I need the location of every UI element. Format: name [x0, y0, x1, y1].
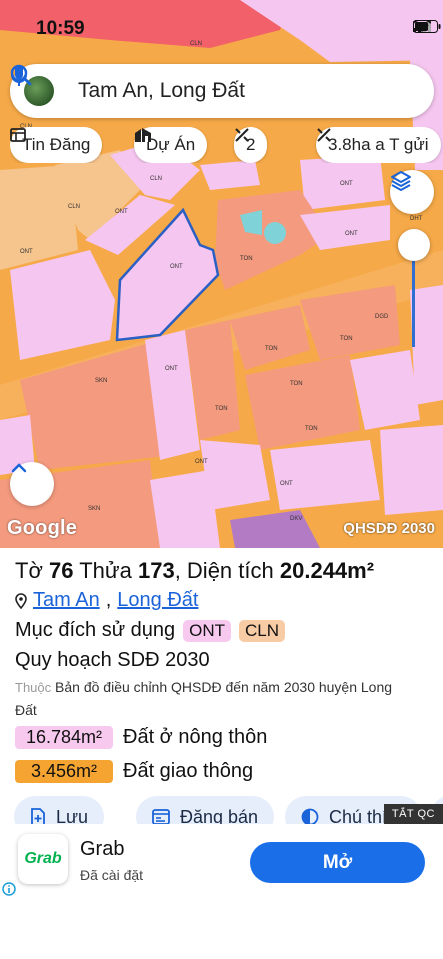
search-icon[interactable] [10, 64, 378, 106]
map-zone [380, 425, 443, 515]
zone-label: CLN [150, 176, 162, 182]
zone-label: DKV [290, 516, 302, 522]
map-view[interactable]: CLN CLN CLN CLN ONT ONT ONT ONT ONT ONT … [0, 0, 443, 548]
hide-ads-button[interactable]: TẮT QC [383, 804, 443, 824]
zone-label: ONT [340, 181, 353, 187]
opacity-slider-handle[interactable] [398, 229, 430, 261]
area-breakdown-row: 16.784m² Đất ở nông thôn [15, 726, 267, 749]
source-prefix: Thuộc [15, 680, 52, 695]
area-type-label: Đất ở nông thôn [123, 726, 268, 748]
battery-icon [413, 20, 441, 33]
post-listing-icon [152, 809, 170, 825]
chip-du-an[interactable]: Dự Án [134, 127, 208, 163]
listing-icon [10, 128, 26, 142]
location-separator: , [105, 589, 112, 611]
zone-label: TON [265, 346, 278, 352]
search-query[interactable]: Tam An, Long Đất [78, 79, 348, 103]
zone-label: DHT [410, 216, 423, 222]
ad-banner[interactable]: Grab Grab Đã cài đặt Mở [0, 824, 443, 919]
google-logo: Google [7, 517, 78, 539]
land-use-tag: ONT [183, 619, 232, 642]
area-type-label: Đất giao thông [123, 760, 254, 782]
zone-label: ONT [280, 481, 293, 487]
ad-info-icon[interactable] [2, 882, 16, 896]
measure-tool-icon [317, 128, 331, 142]
plan-title: Quy hoạch SDĐ 2030 [15, 649, 210, 671]
chip-tin-dang[interactable]: Tin Đăng [10, 127, 103, 163]
chip-label: Tin Đăng [22, 135, 91, 154]
land-use-tag: CLN [239, 619, 286, 642]
area-value-residential: 16.784m² [15, 726, 113, 749]
chip-label: 3.8ha a T gửi [328, 135, 429, 154]
plan-source: Thuộc Bản đồ điều chỉnh QHSDĐ đến năm 20… [15, 676, 415, 721]
land-use-row: Mục đích sử dụng ONT CLN [15, 619, 286, 642]
ad-title: Grab [80, 838, 125, 860]
district-link[interactable]: Long Đất [117, 589, 198, 612]
ad-app-icon[interactable]: Grab [18, 834, 68, 884]
status-bar: 10:59 [0, 0, 443, 58]
zone-label: ONT [165, 366, 178, 372]
sheet-label: Tờ [15, 558, 43, 583]
map-pond [264, 222, 286, 244]
filter-chip-row: Tin Đăng Dự Án 2 3.8ha a T gửi [10, 127, 443, 163]
source-text: Bản đồ điều chỉnh QHSDĐ đến năm 2030 huy… [15, 679, 393, 718]
ad-subtitle: Đã cài đặt [80, 867, 144, 883]
zone-label: SKN [88, 506, 100, 512]
location-row: Tam An, Long Đất [15, 589, 198, 612]
area-breakdown-row: 3.456m² Đất giao thông [15, 760, 253, 783]
parcel-label: Thửa [79, 558, 132, 583]
chevron-up-icon [11, 463, 27, 473]
land-use-label: Mục đích sử dụng [15, 619, 176, 641]
status-time: 10:59 [36, 18, 85, 39]
zone-label: TON [340, 336, 353, 342]
layers-icon [391, 171, 411, 191]
microphone-icon[interactable] [11, 65, 418, 106]
zone-label: ONT [195, 459, 208, 465]
title-separator: , [174, 558, 187, 583]
zone-label: ONT [345, 231, 358, 237]
chip-measure-2[interactable]: 2 [234, 127, 268, 163]
zone-label: CLN [68, 204, 80, 210]
area-value-transport: 3.456m² [15, 760, 113, 783]
measure-tool-icon [235, 128, 249, 142]
map-zone [270, 440, 380, 510]
location-pin-icon [15, 592, 27, 609]
map-zone [230, 510, 320, 548]
zone-label: TON [290, 381, 303, 387]
sheet-number: 76 [49, 558, 74, 583]
project-building-icon [135, 128, 151, 142]
zone-label: DGD [375, 314, 389, 320]
search-bar[interactable]: Tam An, Long Đất [10, 64, 434, 118]
map-zone [350, 350, 420, 430]
zone-label: TON [305, 426, 318, 432]
map-zone [10, 250, 115, 360]
zone-label: SKN [95, 378, 107, 384]
map-layer-label: QHSDĐ 2030 [343, 520, 435, 537]
commune-link[interactable]: Tam An [33, 589, 100, 612]
ad-open-button[interactable]: Mở [250, 842, 425, 883]
parcel-number: 173 [137, 558, 175, 583]
bottom-safe-area [0, 919, 443, 959]
grab-logo-text: Grab [24, 850, 62, 867]
zone-label: ONT [115, 209, 128, 215]
area-value: 20.244m² [279, 558, 375, 583]
expand-panel-button[interactable] [10, 462, 54, 506]
layers-button[interactable] [390, 170, 434, 214]
parcel-title: Tờ 76 Thửa 173, Diện tích 20.244m² [15, 558, 374, 584]
area-label: Diện tích [186, 558, 274, 583]
map-zone [245, 355, 360, 450]
opacity-slider-track[interactable] [412, 255, 415, 347]
map-zone [150, 470, 220, 548]
zone-label: ONT [20, 249, 33, 255]
zone-label: TON [240, 256, 253, 262]
zone-label: ONT [170, 264, 183, 270]
chip-measure-saved[interactable]: 3.8ha a T gửi [316, 127, 441, 163]
chip-label: Dự Án [146, 135, 196, 154]
map-zone [200, 160, 260, 190]
parcel-info-panel: Tờ 76 Thửa 173, Diện tích 20.244m² Tam A… [0, 548, 443, 838]
zone-label: TON [215, 406, 228, 412]
